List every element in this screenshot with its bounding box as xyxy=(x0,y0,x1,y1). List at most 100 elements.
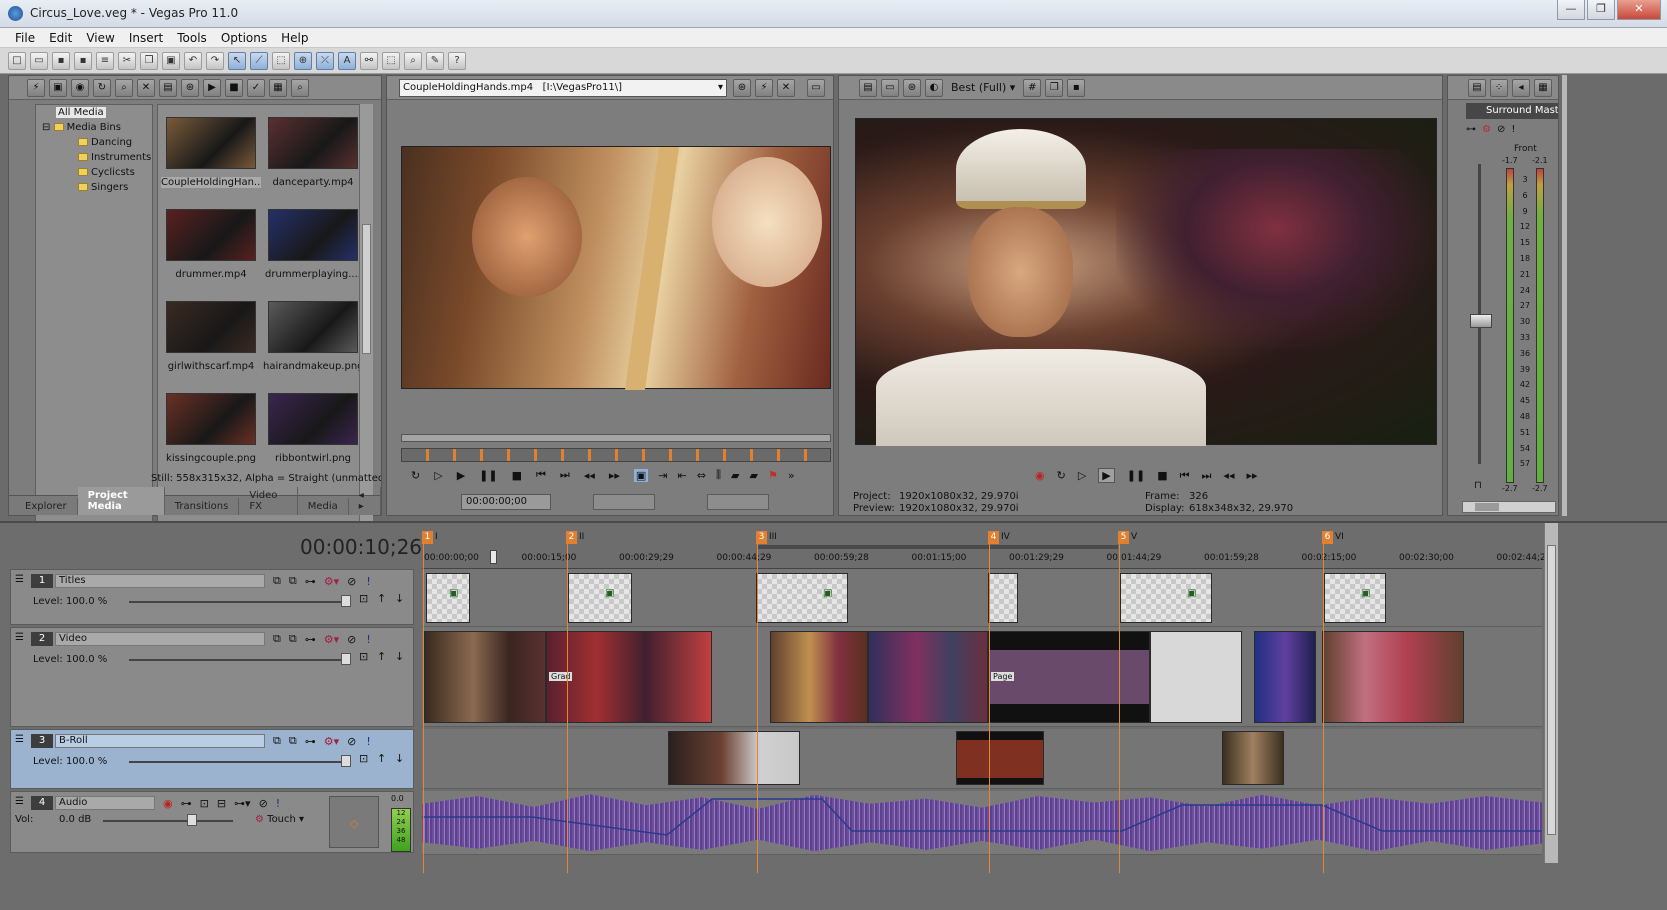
video-clip[interactable] xyxy=(770,631,868,723)
down-arrow-icon[interactable]: ↓ xyxy=(395,650,404,663)
play-from-start-icon[interactable]: ▷ xyxy=(434,469,442,482)
loop-icon[interactable]: ↻ xyxy=(411,469,420,482)
tree-item-media-bins[interactable]: ⊟ Media Bins xyxy=(36,120,152,135)
video-clip[interactable]: Page xyxy=(988,631,1150,723)
track-motion-icon[interactable]: ⊶ xyxy=(305,575,316,588)
event-fx-icon[interactable]: ▣ xyxy=(1187,588,1196,599)
menu-help[interactable]: Help xyxy=(274,28,315,47)
surround-panner[interactable]: ◇ xyxy=(329,796,379,848)
auto-crossfade-icon[interactable]: ⤫ xyxy=(316,51,334,70)
tab-video-fx[interactable]: Video FX xyxy=(239,487,298,515)
trimmer-timeline-ruler[interactable] xyxy=(401,434,831,442)
close-button[interactable]: ✕ xyxy=(1617,0,1661,20)
video-clip[interactable] xyxy=(1322,631,1464,723)
record-icon[interactable]: ◉ xyxy=(1035,469,1045,482)
marker-flag-icon[interactable]: ⚑ xyxy=(768,469,778,482)
title-clip[interactable]: ▣ xyxy=(1120,573,1212,623)
loop-playback-icon[interactable]: ↻ xyxy=(1057,469,1066,482)
tab-media-generators[interactable]: Media xyxy=(298,498,349,515)
speaker-icon[interactable]: ◂ xyxy=(1512,78,1530,97)
invert-phase-icon[interactable]: ⊶ xyxy=(181,797,192,810)
solo-icon[interactable]: ! xyxy=(366,575,370,588)
mute-icon[interactable]: ⊘ xyxy=(347,735,356,748)
title-clip[interactable]: ▣ xyxy=(756,573,848,623)
track-fx-icon[interactable]: ⚙▾ xyxy=(324,575,339,588)
fx-icon[interactable]: ⚙ xyxy=(1482,124,1491,135)
audio-waveform-icon[interactable]: ⫼ xyxy=(716,468,721,482)
fit-icon[interactable]: ⇔ xyxy=(697,469,706,482)
next-frame-icon[interactable]: ▸▸ xyxy=(609,469,620,482)
event-fx-icon[interactable]: ▣ xyxy=(1361,588,1370,599)
expand-track-icon[interactable]: ☰ xyxy=(15,796,24,807)
title-clip[interactable] xyxy=(988,573,1018,623)
composite-mode-icon[interactable]: ⧉ xyxy=(273,574,281,588)
master-fader-handle[interactable] xyxy=(1470,314,1492,328)
refresh-icon[interactable]: ↻ xyxy=(93,78,111,97)
make-compositing-child-icon[interactable]: ⧉ xyxy=(289,574,297,588)
solo-icon[interactable]: ! xyxy=(1511,124,1515,135)
stop-icon[interactable]: ■ xyxy=(1157,469,1167,482)
solo-icon[interactable]: ! xyxy=(276,797,280,810)
tree-item-all-media[interactable]: All Media xyxy=(36,105,152,120)
undo-icon[interactable]: ↶ xyxy=(184,51,202,70)
tree-item-dancing[interactable]: Dancing xyxy=(36,135,152,150)
new-icon[interactable]: □ xyxy=(8,51,26,70)
track-header-audio[interactable]: ☰ 4 Audio ◉ ⊶ ⊡ ⊟ ⊶▾ ⊘! Vol: 0.0 dB ⚙ Touch ▾ … xyxy=(10,791,414,853)
external-monitor-icon[interactable]: ▭ xyxy=(881,78,899,97)
track-motion-icon[interactable]: ⊶▾ xyxy=(234,797,251,810)
bypass-motion-blur-icon[interactable]: ⊡ xyxy=(359,752,368,765)
loop-region-bar[interactable] xyxy=(758,545,1118,549)
prev-frame-icon[interactable]: ◂◂ xyxy=(1223,469,1234,482)
add-before-icon[interactable]: ⇤ xyxy=(678,469,687,482)
import-media-icon[interactable]: ⚡ xyxy=(27,78,45,97)
mixer-properties-icon[interactable]: ▤ xyxy=(1468,78,1486,97)
track-header-titles[interactable]: ☰ 1 Titles ⧉ ⧉ ⊶ ⚙▾ ⊘! Level: 100.0 % ⊡ ↑ ↓ xyxy=(10,569,414,625)
auto-ripple-icon[interactable]: A xyxy=(338,51,356,70)
auto-preview-toggle-icon[interactable]: ✓ xyxy=(247,78,265,97)
auto-preview-icon[interactable]: ▶ xyxy=(203,78,221,97)
go-to-end-icon[interactable]: ⏭ xyxy=(560,468,570,482)
ignore-grouping-icon[interactable]: ⬚ xyxy=(382,51,400,70)
media-search-icon[interactable]: ⌕ xyxy=(115,78,133,97)
next-frame-icon[interactable]: ▸▸ xyxy=(1246,469,1257,482)
overlays-icon[interactable]: # xyxy=(1023,78,1042,97)
split-screen-icon[interactable]: ◐ xyxy=(925,78,943,97)
tab-explorer[interactable]: Explorer xyxy=(9,498,78,515)
up-arrow-icon[interactable]: ↑ xyxy=(377,752,386,765)
insert-fx-icon[interactable]: ⊶ xyxy=(1466,124,1476,135)
remove-icon[interactable]: ✕ xyxy=(137,78,155,97)
bypass-motion-blur-icon[interactable]: ⊡ xyxy=(359,592,368,605)
menu-options[interactable]: Options xyxy=(214,28,274,47)
make-compositing-child-icon[interactable]: ⧉ xyxy=(289,734,297,748)
down-arrow-icon[interactable]: ↓ xyxy=(395,592,404,605)
arm-record-icon[interactable]: ◉ xyxy=(163,797,173,810)
stop-icon[interactable]: ■ xyxy=(512,469,522,482)
copy-icon[interactable]: ❐ xyxy=(140,51,158,70)
views-icon[interactable]: ▦ xyxy=(269,78,287,97)
track-name[interactable]: B-Roll xyxy=(55,734,265,748)
menu-insert[interactable]: Insert xyxy=(122,28,170,47)
media-thumbnail[interactable] xyxy=(166,209,256,261)
minimize-button[interactable]: — xyxy=(1557,0,1585,20)
save-icon[interactable]: ▪ xyxy=(52,51,70,70)
mixer-scrollbar[interactable] xyxy=(1462,501,1556,513)
mixer-scrollbar-thumb[interactable] xyxy=(1475,503,1499,511)
menu-tools[interactable]: Tools xyxy=(170,28,214,47)
broll-clip[interactable] xyxy=(668,731,800,785)
composite-mode-icon[interactable]: ⧉ xyxy=(273,734,281,748)
preview-fx-icon[interactable]: ⊛ xyxy=(903,78,921,97)
level-slider-handle[interactable] xyxy=(341,653,351,665)
media-thumbnail[interactable] xyxy=(166,301,256,353)
media-fx-icon[interactable]: ⊛ xyxy=(181,78,199,97)
volume-slider-handle[interactable] xyxy=(187,814,197,826)
broll-clip[interactable] xyxy=(956,731,1044,785)
prev-frame-icon[interactable]: ◂◂ xyxy=(584,469,595,482)
trimmer-import-icon[interactable]: ⚡ xyxy=(755,78,773,97)
up-arrow-icon[interactable]: ↑ xyxy=(377,650,386,663)
mute-icon[interactable]: ⊘ xyxy=(347,575,356,588)
menu-view[interactable]: View xyxy=(79,28,121,47)
tab-scroll-icon[interactable]: ◂ ▸ xyxy=(349,487,381,515)
cut-icon[interactable]: ✂ xyxy=(118,51,136,70)
open-icon[interactable]: ▭ xyxy=(30,51,48,70)
event-fx-icon[interactable]: ▣ xyxy=(605,588,614,599)
